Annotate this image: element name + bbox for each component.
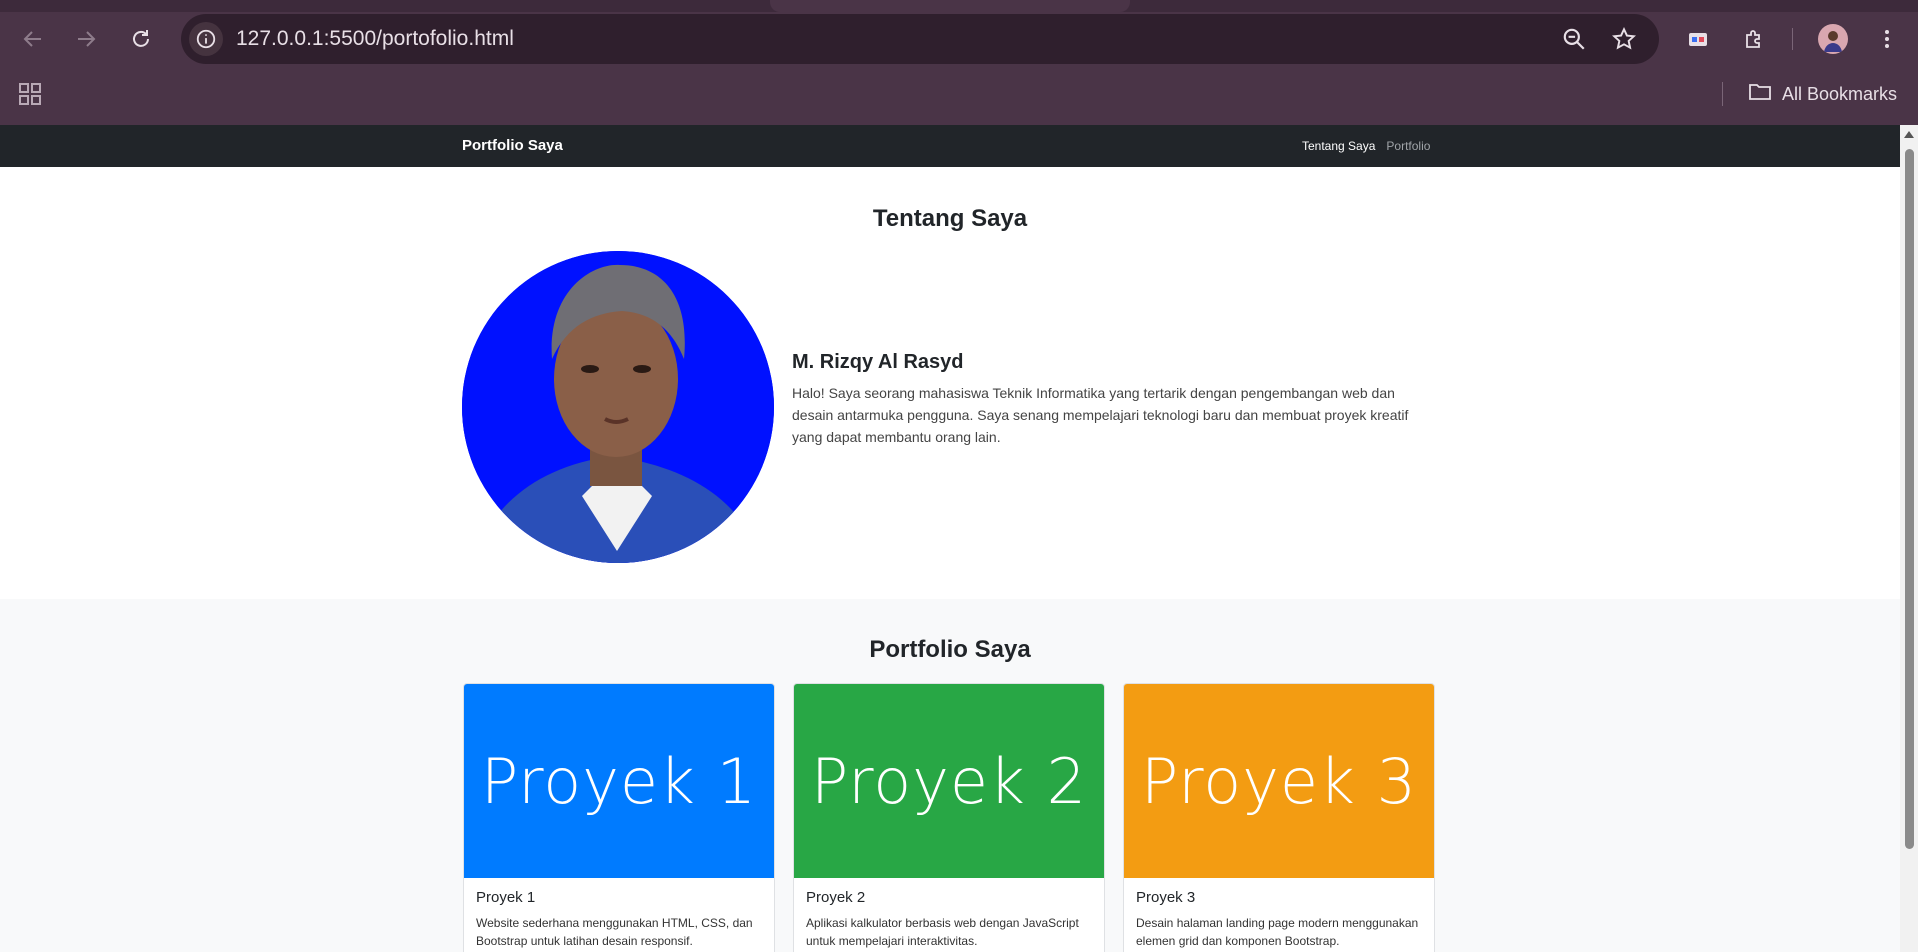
portfolio-section: Portfolio Saya Proyek 1 Proyek 1 Website… [0,599,1900,952]
browser-toolbar: 127.0.0.1:5500/portofolio.html [0,12,1918,66]
page-scrollbar[interactable] [1900,125,1918,952]
portfolio-title: Portfolio Saya [869,636,1031,663]
project-description: Website sederhana menggunakan HTML, CSS,… [476,916,753,948]
extension-tab-icon[interactable] [1681,22,1715,56]
zoom-icon[interactable] [1561,26,1587,52]
back-icon[interactable] [16,22,50,56]
profile-name: M. Rizqy Al Rasyd [792,351,964,373]
profile-avatar[interactable] [1818,24,1848,54]
extensions-puzzle-icon[interactable] [1737,22,1771,56]
apps-grid-icon[interactable] [18,82,42,106]
profile-description: Halo! Saya seorang mahasiswa Teknik Info… [792,385,1409,445]
navbar-brand[interactable]: Portfolio Saya [462,137,563,154]
project-card-body: Proyek 3 Desain halaman landing page mod… [1124,878,1434,952]
all-bookmarks-label: All Bookmarks [1782,84,1898,104]
scrollbar-thumb[interactable] [1905,149,1914,849]
project-image-2: Proyek 2 [794,684,1104,878]
nav-link-portfolio[interactable]: Portfolio [1386,139,1430,153]
about-title: Tentang Saya [872,205,1028,232]
project-description: Desain halaman landing page modern mengg… [1136,916,1419,948]
forward-icon[interactable] [69,22,103,56]
browser-chrome: 127.0.0.1:5500/portofolio.html All Bookm… [0,0,1918,125]
about-section: Tentang Saya M. Rizqy Al Rasyd Halo! Say… [0,167,1900,599]
page-viewport: Portfolio Saya Tentang Saya Portfolio Te… [0,125,1900,952]
folder-icon [1748,80,1772,109]
project-card-body: Proyek 1 Website sederhana menggunakan H… [464,878,774,952]
bookmarks-divider [1722,82,1723,106]
project-image-1: Proyek 1 [464,684,774,878]
project-image-3: Proyek 3 [1124,684,1434,878]
project-title: Proyek 2 [806,889,866,906]
profile-photo [462,251,774,563]
active-tab[interactable] [770,0,1130,12]
toolbar-divider [1792,28,1793,50]
project-card-1[interactable]: Proyek 1 Proyek 1 Website sederhana meng… [463,683,775,952]
reload-icon[interactable] [124,22,158,56]
bookmarks-bar: All Bookmarks [0,74,1918,114]
tab-strip [0,0,1918,12]
address-bar[interactable]: 127.0.0.1:5500/portofolio.html [181,14,1659,64]
site-navbar: Portfolio Saya Tentang Saya Portfolio [0,125,1900,167]
nav-link-tentang-saya[interactable]: Tentang Saya [1302,139,1375,153]
project-description: Aplikasi kalkulator berbasis web dengan … [806,916,1079,948]
site-info-icon[interactable] [189,22,223,56]
project-title: Proyek 3 [1136,889,1196,906]
project-card-body: Proyek 2 Aplikasi kalkulator berbasis we… [794,878,1104,952]
project-card-3[interactable]: Proyek 3 Proyek 3 Desain halaman landing… [1123,683,1435,952]
navbar-links: Tentang Saya Portfolio [1302,139,1430,153]
all-bookmarks-button[interactable]: All Bookmarks [1748,80,1897,109]
bookmark-star-icon[interactable] [1611,26,1637,52]
menu-kebab-icon[interactable] [1870,22,1904,56]
project-title: Proyek 1 [476,889,536,906]
project-card-2[interactable]: Proyek 2 Proyek 2 Aplikasi kalkulator be… [793,683,1105,952]
scroll-up-arrow-icon[interactable] [1904,131,1914,138]
url-text[interactable]: 127.0.0.1:5500/portofolio.html [236,27,514,51]
